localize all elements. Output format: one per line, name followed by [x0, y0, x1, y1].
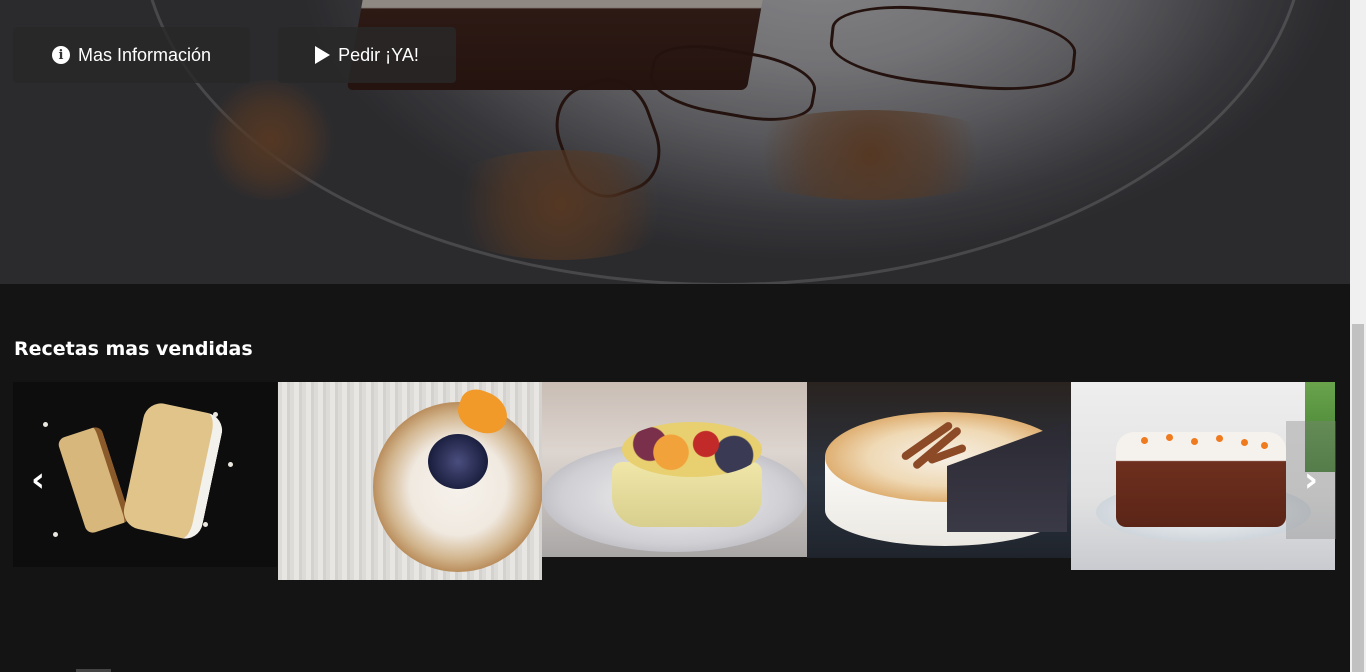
order-now-label: Pedir ¡YA! [338, 44, 419, 65]
play-icon [315, 46, 331, 64]
fruit-topping [622, 422, 762, 477]
carrot-decoration [1261, 442, 1268, 449]
recipes-carousel [13, 382, 1335, 582]
carrot-decoration [1241, 439, 1248, 446]
more-info-button[interactable]: i Mas Información [13, 27, 250, 83]
section-title: Recetas mas vendidas [14, 338, 253, 360]
chevron-right-icon: › [1303, 460, 1318, 500]
crumb [228, 462, 233, 467]
carrot-decoration [1166, 434, 1173, 441]
stollen-slice [120, 400, 226, 542]
blueberries [428, 434, 488, 489]
hero-banner: i Mas Información Pedir ¡YA! [0, 0, 1350, 284]
recipe-card-tart[interactable] [278, 382, 542, 580]
order-now-button[interactable]: Pedir ¡YA! [278, 27, 456, 83]
info-circle-icon: i [51, 46, 70, 64]
carousel-next-button[interactable]: › [1286, 421, 1336, 539]
carrot-decoration [1141, 437, 1148, 444]
recipe-card-cinnamon-cake[interactable] [807, 382, 1071, 558]
vertical-scrollbar[interactable] [1350, 0, 1366, 672]
crumb [203, 522, 208, 527]
more-info-label: Mas Información [77, 44, 212, 65]
stollen-slice [56, 425, 132, 535]
crumb [213, 412, 218, 417]
scrollbar-thumb[interactable] [1352, 324, 1364, 672]
carrot-decoration [1191, 438, 1198, 445]
carousel-prev-button[interactable]: ‹ [13, 421, 63, 539]
chevron-left-icon: ‹ [30, 460, 45, 500]
recipe-card-cheesecake[interactable] [542, 382, 807, 557]
carrot-decoration [1216, 435, 1223, 442]
